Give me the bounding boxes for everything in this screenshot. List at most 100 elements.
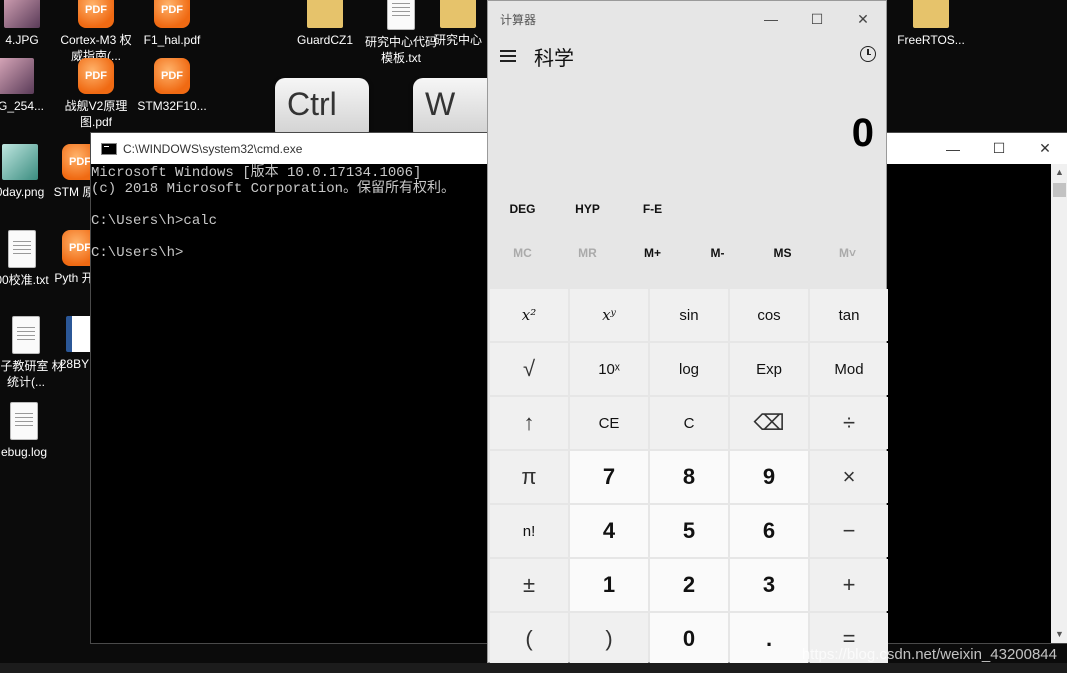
text-file-icon [387, 0, 415, 30]
log-button[interactable]: log [650, 343, 728, 395]
scroll-up-icon[interactable]: ▲ [1051, 164, 1067, 181]
power-button[interactable]: xʸ [570, 289, 648, 341]
pi-button[interactable]: π [490, 451, 568, 503]
pdf-file-icon [154, 58, 190, 94]
backspace-button[interactable]: ⌫ [730, 397, 808, 449]
desktop-icon-label: ebug.log [0, 445, 48, 459]
ten-power-button[interactable]: 10ˣ [570, 343, 648, 395]
maximize-icon[interactable]: ☐ [794, 1, 840, 37]
mr-button[interactable]: MR [555, 246, 620, 260]
desktop-icon-label: 4.JPG [5, 33, 39, 47]
sqrt-button[interactable]: √ [490, 343, 568, 395]
m-minus-button[interactable]: M- [685, 246, 750, 260]
image-file-icon [2, 144, 38, 180]
desktop-icon-freertos[interactable]: FreeRTOS... [893, 0, 969, 48]
cmd-scrollbar[interactable]: ▲ ▼ [1051, 164, 1067, 643]
digit-0-button[interactable]: 0 [650, 613, 728, 665]
calculator-title: 计算器 [500, 12, 537, 27]
hamburger-menu-icon[interactable] [500, 50, 516, 62]
desktop-icon-stm32f10[interactable]: STM32F10... [134, 58, 210, 114]
memory-list-button[interactable]: M˅ [815, 246, 880, 260]
calculator-window[interactable]: 计算器 — ☐ ✕ 科学 0 DEG HYP F-E MC MR M+ M- M… [487, 0, 888, 665]
divide-button[interactable]: ÷ [810, 397, 888, 449]
desktop-icon-zhanjian[interactable]: 战舰V2原理图.pdf [58, 58, 134, 130]
fe-button[interactable]: F-E [620, 202, 685, 216]
watermark-text: https://blog.csdn.net/weixin_43200844 [801, 646, 1057, 663]
close-paren-button[interactable]: ) [570, 613, 648, 665]
cmd-title: C:\WINDOWS\system32\cmd.exe [123, 141, 303, 156]
calculator-mode-title: 科学 [534, 47, 574, 70]
calculator-display: 0 [851, 111, 874, 155]
keycap-label: W [425, 86, 456, 122]
digit-2-button[interactable]: 2 [650, 559, 728, 611]
digit-6-button[interactable]: 6 [730, 505, 808, 557]
text-file-icon [8, 230, 36, 268]
desktop-icon-mg254[interactable]: MG_254... [0, 58, 54, 114]
hyp-button[interactable]: HYP [555, 202, 620, 216]
factorial-button[interactable]: n! [490, 505, 568, 557]
desktop-icon-label: F1_hal.pdf [143, 33, 201, 47]
calculator-titlebar[interactable]: 计算器 — ☐ ✕ [488, 1, 886, 37]
tan-button[interactable]: tan [810, 289, 888, 341]
minimize-icon[interactable]: — [930, 133, 976, 164]
pdf-file-icon [78, 58, 114, 94]
deg-button[interactable]: DEG [490, 202, 555, 216]
sin-button[interactable]: sin [650, 289, 728, 341]
desktop-icon-guardcz1[interactable]: GuardCZ1 [287, 0, 363, 48]
cos-button[interactable]: cos [730, 289, 808, 341]
mc-button[interactable]: MC [490, 246, 555, 260]
desktop-icon-label: GuardCZ1 [296, 33, 354, 47]
desktop-icon-debuglog[interactable]: ebug.log [0, 402, 62, 460]
mod-button[interactable]: Mod [810, 343, 888, 395]
digit-3-button[interactable]: 3 [730, 559, 808, 611]
memory-row: MC MR M+ M- MS M˅ [488, 231, 886, 275]
ms-button[interactable]: MS [750, 246, 815, 260]
image-file-icon [0, 58, 34, 94]
desktop-icon-research[interactable]: 研究中心 [428, 0, 488, 48]
history-icon[interactable] [860, 46, 876, 62]
keycap-label: Ctrl [287, 86, 337, 122]
decimal-button[interactable]: . [730, 613, 808, 665]
negate-button[interactable]: ± [490, 559, 568, 611]
m-plus-button[interactable]: M+ [620, 246, 685, 260]
folder-icon [440, 0, 476, 28]
plus-button[interactable]: + [810, 559, 888, 611]
desktop-icon-label: 0day.png [0, 185, 45, 199]
square-button[interactable]: x² [490, 289, 568, 341]
folder-icon [913, 0, 949, 28]
digit-7-button[interactable]: 7 [570, 451, 648, 503]
digit-9-button[interactable]: 9 [730, 451, 808, 503]
text-file-icon [12, 316, 40, 354]
calculator-keypad: x² xʸ sin cos tan √ 10ˣ log Exp Mod ↑ CE… [490, 289, 888, 665]
scroll-thumb[interactable] [1053, 183, 1066, 197]
angle-row: DEG HYP F-E [488, 187, 886, 231]
pdf-file-icon [154, 0, 190, 28]
minimize-icon[interactable]: — [748, 1, 794, 37]
clear-button[interactable]: C [650, 397, 728, 449]
minus-button[interactable]: − [810, 505, 888, 557]
clear-entry-button[interactable]: CE [570, 397, 648, 449]
pdf-file-icon [78, 0, 114, 28]
close-icon[interactable]: ✕ [1022, 133, 1067, 164]
cmd-icon [101, 142, 117, 155]
text-file-icon [10, 402, 38, 440]
desktop-icon-cortex[interactable]: Cortex-M3 权威指南(... [58, 0, 134, 64]
digit-5-button[interactable]: 5 [650, 505, 728, 557]
keycap-image-ctrl: Ctrl [275, 78, 369, 140]
desktop-icon-label: FreeRTOS... [897, 33, 965, 47]
digit-1-button[interactable]: 1 [570, 559, 648, 611]
desktop-icon-label: 研究中心 [433, 33, 482, 47]
digit-4-button[interactable]: 4 [570, 505, 648, 557]
maximize-icon[interactable]: ☐ [976, 133, 1022, 164]
desktop-icon-label: 研究中心代码模板.txt [364, 35, 437, 65]
open-paren-button[interactable]: ( [490, 613, 568, 665]
digit-8-button[interactable]: 8 [650, 451, 728, 503]
close-icon[interactable]: ✕ [840, 1, 886, 37]
exp-button[interactable]: Exp [730, 343, 808, 395]
desktop-icon-f1hal[interactable]: F1_hal.pdf [134, 0, 210, 48]
scroll-down-icon[interactable]: ▼ [1051, 626, 1067, 643]
desktop-icon-4jpg[interactable]: 4.JPG [0, 0, 60, 48]
desktop-icon-label: MG_254... [0, 99, 45, 113]
multiply-button[interactable]: × [810, 451, 888, 503]
shift-up-arrow-button[interactable]: ↑ [490, 397, 568, 449]
